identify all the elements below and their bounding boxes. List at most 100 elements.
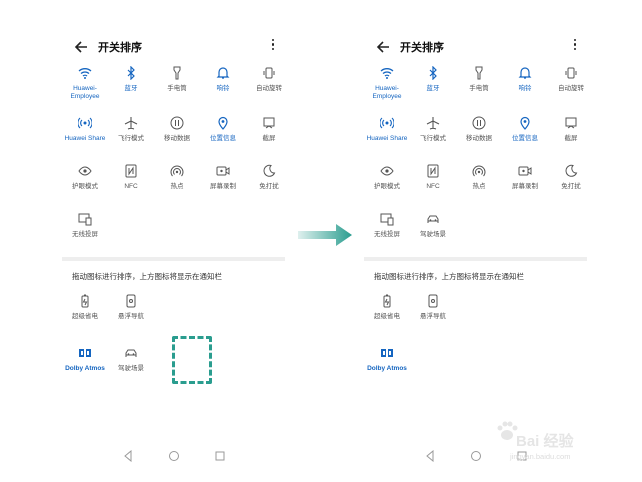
section-divider (364, 257, 587, 261)
toggle-floating-nav[interactable]: 悬浮导航 (410, 294, 456, 321)
toggle-eye-comfort[interactable]: 护眼模式 (364, 164, 410, 191)
toggle-screenshot[interactable]: 截屏 (548, 116, 594, 143)
toggle-hotspot[interactable]: 热点 (456, 164, 502, 191)
toggle-rotate[interactable]: 自动旋转 (548, 66, 594, 93)
drag-hint: 拖动图标进行排序，上方图标将显示在通知栏 (374, 272, 524, 281)
toggle-label: 悬浮导航 (118, 313, 144, 320)
toggle-label: 自动旋转 (256, 85, 282, 92)
rotate-icon (263, 67, 275, 79)
more-options-icon[interactable] (572, 39, 578, 55)
toggle-floating-nav[interactable]: 悬浮导航 (108, 294, 154, 321)
toggle-screenshot[interactable]: 截屏 (246, 116, 292, 143)
moon-icon (263, 164, 276, 177)
toggle-location[interactable]: 位置信息 (200, 116, 246, 143)
toggle-dolby-atmos[interactable]: Dolby Atmos (62, 346, 108, 373)
watermark: Bai 经验 jingyan.baidu.com (494, 410, 614, 470)
toggle-label: 蓝牙 (426, 85, 440, 92)
location-icon (520, 116, 530, 130)
toggle-label: 护眼模式 (374, 183, 400, 190)
toggle-super-power-saving[interactable]: 超级省电 (364, 294, 410, 321)
toggle-label: 移动数据 (466, 135, 492, 142)
toggle-screen-record[interactable]: 屏幕录制 (502, 164, 548, 191)
toggle-super-power-saving[interactable]: 超级省电 (62, 294, 108, 321)
toggle-nfc[interactable]: NFC (410, 164, 456, 191)
toggle-label: 超级省电 (374, 313, 400, 320)
toggle-huawei-share[interactable]: Huawei Share (364, 116, 410, 143)
toggle-label: Dolby Atmos (367, 365, 407, 372)
nav-recents-icon[interactable] (214, 450, 226, 462)
toggle-mobile-data[interactable]: 移动数据 (456, 116, 502, 143)
bell-icon (518, 67, 532, 79)
toggle-huawei-share[interactable]: Huawei Share (62, 116, 108, 143)
airplane-icon (124, 117, 138, 130)
nav-back-icon[interactable] (424, 450, 436, 462)
toggle-screen-record[interactable]: 屏幕录制 (200, 164, 246, 191)
toggle-wireless-cast[interactable]: 无线投屏 (364, 212, 410, 239)
toggle-label: 响铃 (518, 85, 532, 92)
toggle-bluetooth[interactable]: 蓝牙 (108, 66, 154, 93)
toggle-label: 蓝牙 (124, 85, 138, 92)
toggle-hotspot[interactable]: 热点 (154, 164, 200, 191)
nav-home-icon[interactable] (470, 450, 482, 462)
toggle-wifi[interactable]: Huawei- Employee (364, 66, 410, 101)
toggle-label: 移动数据 (164, 135, 190, 142)
toggle-label: 飞行模式 (420, 135, 446, 142)
toggle-airplane[interactable]: 飞行模式 (410, 116, 456, 143)
toggle-ring[interactable]: 响铃 (502, 66, 548, 93)
toggle-label: 屏幕录制 (512, 183, 538, 190)
toggle-driving-mode[interactable]: 驾驶场景 (108, 346, 154, 373)
back-arrow-icon[interactable] (72, 38, 90, 56)
toggle-mobile-data[interactable]: 移动数据 (154, 116, 200, 143)
nav-back-icon[interactable] (122, 450, 134, 462)
toggle-do-not-disturb[interactable]: 免打扰 (246, 164, 292, 191)
toggle-nfc[interactable]: NFC (108, 164, 154, 191)
mobile-data-icon (472, 116, 486, 130)
toggle-label: Huawei Share (366, 135, 408, 142)
toggle-dolby-atmos[interactable]: Dolby Atmos (364, 346, 410, 373)
wifi-icon (380, 68, 394, 79)
hotspot-icon (472, 165, 486, 177)
toggle-label: 护眼模式 (72, 183, 98, 190)
toggle-airplane[interactable]: 飞行模式 (108, 116, 154, 143)
toggle-label: 超级省电 (72, 313, 98, 320)
airplane-icon (426, 117, 440, 130)
more-options-icon[interactable] (270, 39, 276, 55)
toggle-label: 手电筒 (167, 85, 187, 92)
toggle-wireless-cast[interactable]: 无线投屏 (62, 212, 108, 239)
bluetooth-icon (429, 66, 437, 80)
toggle-rotate[interactable]: 自动旋转 (246, 66, 292, 93)
top-bar: 开关排序 (62, 38, 282, 56)
toggle-location[interactable]: 位置信息 (502, 116, 548, 143)
page-title: 开关排序 (98, 42, 142, 54)
toggle-do-not-disturb[interactable]: 免打扰 (548, 164, 594, 191)
toggle-wifi[interactable]: Huawei- Employee (62, 66, 108, 101)
cast-icon (380, 213, 394, 226)
share-icon (78, 117, 92, 129)
toggle-label: Huawei- Employee (70, 85, 100, 100)
mobile-data-icon (170, 116, 184, 130)
toggle-flashlight[interactable]: 手电筒 (456, 66, 502, 93)
toggle-label: 热点 (472, 183, 486, 190)
toggle-label: Huawei- Employee (372, 85, 402, 100)
nfc-icon (427, 164, 439, 178)
flashlight-icon (475, 66, 483, 80)
battery-icon (81, 294, 89, 308)
car-icon (427, 215, 439, 223)
toggle-label: 截屏 (564, 135, 578, 142)
toggle-label: 驾驶场景 (118, 365, 144, 372)
toggle-ring[interactable]: 响铃 (200, 66, 246, 93)
toggle-bluetooth[interactable]: 蓝牙 (410, 66, 456, 93)
toggle-driving-mode[interactable]: 驾驶场景 (410, 212, 456, 239)
back-arrow-icon[interactable] (374, 38, 392, 56)
system-nav-bar (62, 450, 292, 464)
toggle-label: Dolby Atmos (65, 365, 105, 372)
toggle-label: 位置信息 (210, 135, 236, 142)
toggle-label: 自动旋转 (558, 85, 584, 92)
toggle-flashlight[interactable]: 手电筒 (154, 66, 200, 93)
drag-hint: 拖动图标进行排序，上方图标将显示在通知栏 (72, 272, 222, 281)
toggle-eye-comfort[interactable]: 护眼模式 (62, 164, 108, 191)
transition-arrow-icon (298, 224, 352, 246)
toggle-label: 无线投屏 (374, 231, 400, 238)
nav-home-icon[interactable] (168, 450, 180, 462)
screen-record-icon (518, 166, 532, 176)
